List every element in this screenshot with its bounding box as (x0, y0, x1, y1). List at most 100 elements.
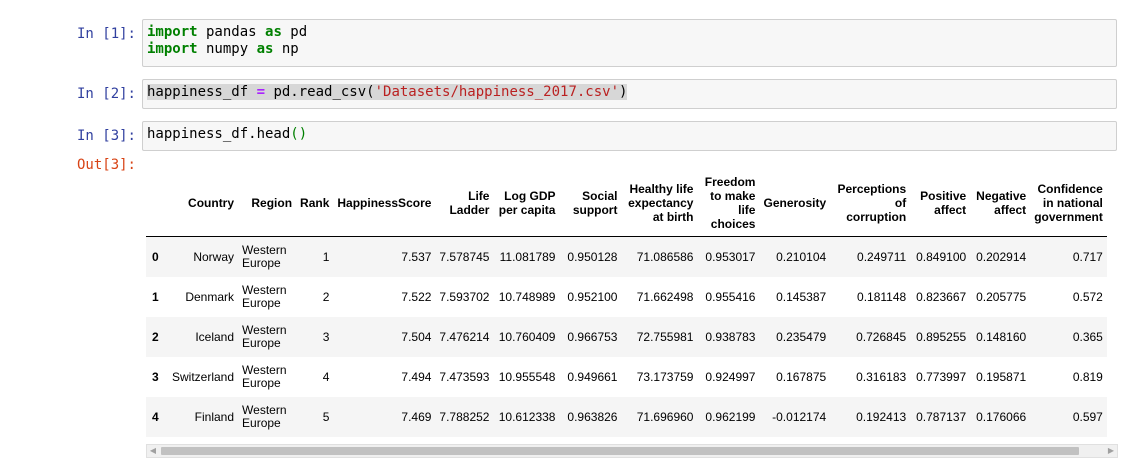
table-cell: 7.504 (401, 330, 432, 344)
table-cell: 10.612338 (498, 410, 556, 424)
module-name: pandas (197, 24, 266, 40)
table-row: 4 Finland Western Europe 5 7.469 7.788252 10.6… (146, 397, 1107, 437)
column-header: Social support (559, 170, 622, 237)
table-cell: 0.924997 (705, 370, 756, 384)
cell-3-prompt: In [3]: (76, 128, 136, 144)
variable-name: happiness_df (147, 84, 257, 100)
table-cell: 7.788252 (439, 410, 490, 424)
table-cell: 0.938783 (705, 330, 756, 344)
column-header: Rank (296, 170, 334, 237)
table-cell: -0.012174 (772, 410, 827, 424)
table-cell: 0.181148 (857, 290, 907, 304)
table-cell: 10.760409 (498, 330, 556, 344)
table-row: 1 Denmark Western Europe 2 7.522 7.593702 10.7… (146, 277, 1107, 317)
row-index: 1 (152, 290, 159, 304)
module-alias: np (273, 41, 299, 57)
table-row: 0 Norway Western Europe 1 7.537 7.578745 11.08… (146, 236, 1107, 277)
column-header: Freedom to make life choices (697, 170, 760, 237)
table-cell: 0.249711 (857, 250, 907, 264)
table-cell: 7.537 (401, 250, 432, 264)
dataframe-table: Country Region Rank HappinessScore Life … (146, 170, 1107, 437)
row-index: 0 (152, 250, 159, 264)
table-cell: 0.192413 (856, 410, 907, 424)
table-cell: Switzerland (172, 370, 235, 384)
column-header: Generosity (759, 170, 831, 237)
table-cell: 10.955548 (498, 370, 556, 384)
dataframe-output: Country Region Rank HappinessScore Life … (146, 170, 1118, 440)
horizontal-scrollbar[interactable]: ◀ ▶ (146, 444, 1118, 458)
table-cell: 0.950128 (567, 250, 618, 264)
table-cell: 0.955416 (705, 290, 756, 304)
function-call: pd.read_csv( (265, 84, 375, 100)
table-cell: 0.962199 (705, 410, 756, 424)
table-cell: 7.469 (401, 410, 432, 424)
code-text: happiness_df.head (147, 126, 291, 142)
scroll-left-arrow-icon[interactable]: ◀ (147, 445, 159, 457)
table-cell: 0.952100 (567, 290, 618, 304)
table-cell: 7.578745 (439, 250, 490, 264)
column-header: Region (238, 170, 297, 237)
table-row: 3 Switzerland Western Europe 4 7.494 7.473593… (146, 357, 1107, 397)
table-cell: Finland (194, 410, 235, 424)
column-header: Negative affect (970, 170, 1031, 237)
table-cell: 0.202914 (976, 250, 1027, 264)
module-name: numpy (197, 41, 257, 57)
index-header (146, 170, 168, 237)
scrollbar-thumb[interactable] (161, 447, 1079, 455)
table-cell: Western Europe (242, 243, 287, 270)
output-prompt: Out[3]: (76, 157, 136, 173)
scroll-right-arrow-icon[interactable]: ▶ (1105, 445, 1117, 457)
table-cell: 0.849100 (916, 250, 967, 264)
table-cell: Western Europe (242, 403, 287, 430)
table-cell: 0.145387 (776, 290, 827, 304)
column-header: Country (168, 170, 239, 237)
table-cell: 7.476214 (439, 330, 490, 344)
table-cell: 1 (322, 250, 330, 264)
table-cell: 4 (322, 370, 330, 384)
table-cell: 0.365 (1072, 330, 1103, 344)
table-row: 2 Iceland Western Europe 3 7.504 7.476214 10.7… (146, 317, 1107, 357)
table-cell: 2 (322, 290, 330, 304)
header-row: Country Region Rank HappinessScore Life … (146, 170, 1107, 237)
table-cell: 7.494 (401, 370, 432, 384)
cell-1-input[interactable]: import pandas as pd import numpy as np (142, 19, 1117, 67)
table-cell: 7.522 (401, 290, 432, 304)
cell-2-input[interactable]: happiness_df = pd.read_csv('Datasets/hap… (142, 79, 1117, 109)
cell-3-input[interactable]: happiness_df.head() (142, 121, 1117, 151)
table-cell: 0.895255 (916, 330, 967, 344)
table-cell: Norway (193, 250, 235, 264)
column-header: Life Ladder (435, 170, 494, 237)
column-header: Confidence in national government (1030, 170, 1107, 237)
keyword-import: import (147, 24, 198, 40)
table-cell: 3 (322, 330, 330, 344)
column-header: Perceptions of corruption (830, 170, 911, 237)
table-cell: 0.773997 (916, 370, 967, 384)
table-cell: 0.195871 (976, 370, 1027, 384)
table-cell: 0.963826 (567, 410, 618, 424)
string-literal: 'Datasets/happiness_2017.csv' (374, 84, 620, 100)
parens: () (290, 126, 308, 142)
table-cell: Western Europe (242, 323, 287, 350)
column-header: Log GDP per capita (493, 170, 560, 237)
table-cell: 0.210104 (776, 250, 827, 264)
table-cell: 7.593702 (439, 290, 490, 304)
table-cell: 0.787137 (916, 410, 967, 424)
table-cell: 11.081789 (499, 250, 556, 264)
cell-1-prompt: In [1]: (76, 26, 136, 42)
keyword-as: as (265, 24, 282, 40)
table-cell: 5 (322, 410, 330, 424)
table-cell: 71.086586 (636, 250, 694, 264)
module-alias: pd (281, 24, 308, 40)
row-index: 4 (152, 410, 159, 424)
keyword-as: as (256, 41, 274, 57)
table-cell: 0.949661 (567, 370, 618, 384)
table-cell: 0.572 (1072, 290, 1103, 304)
table-cell: 0.819 (1072, 370, 1103, 384)
close-paren: ) (619, 84, 628, 100)
table-cell: 10.748989 (498, 290, 556, 304)
table-cell: 0.953017 (705, 250, 756, 264)
table-cell: 0.176066 (976, 410, 1027, 424)
table-cell: 0.823667 (916, 290, 967, 304)
table-cell: 0.235479 (776, 330, 827, 344)
code-line: happiness_df = pd.read_csv('Datasets/hap… (147, 84, 628, 100)
